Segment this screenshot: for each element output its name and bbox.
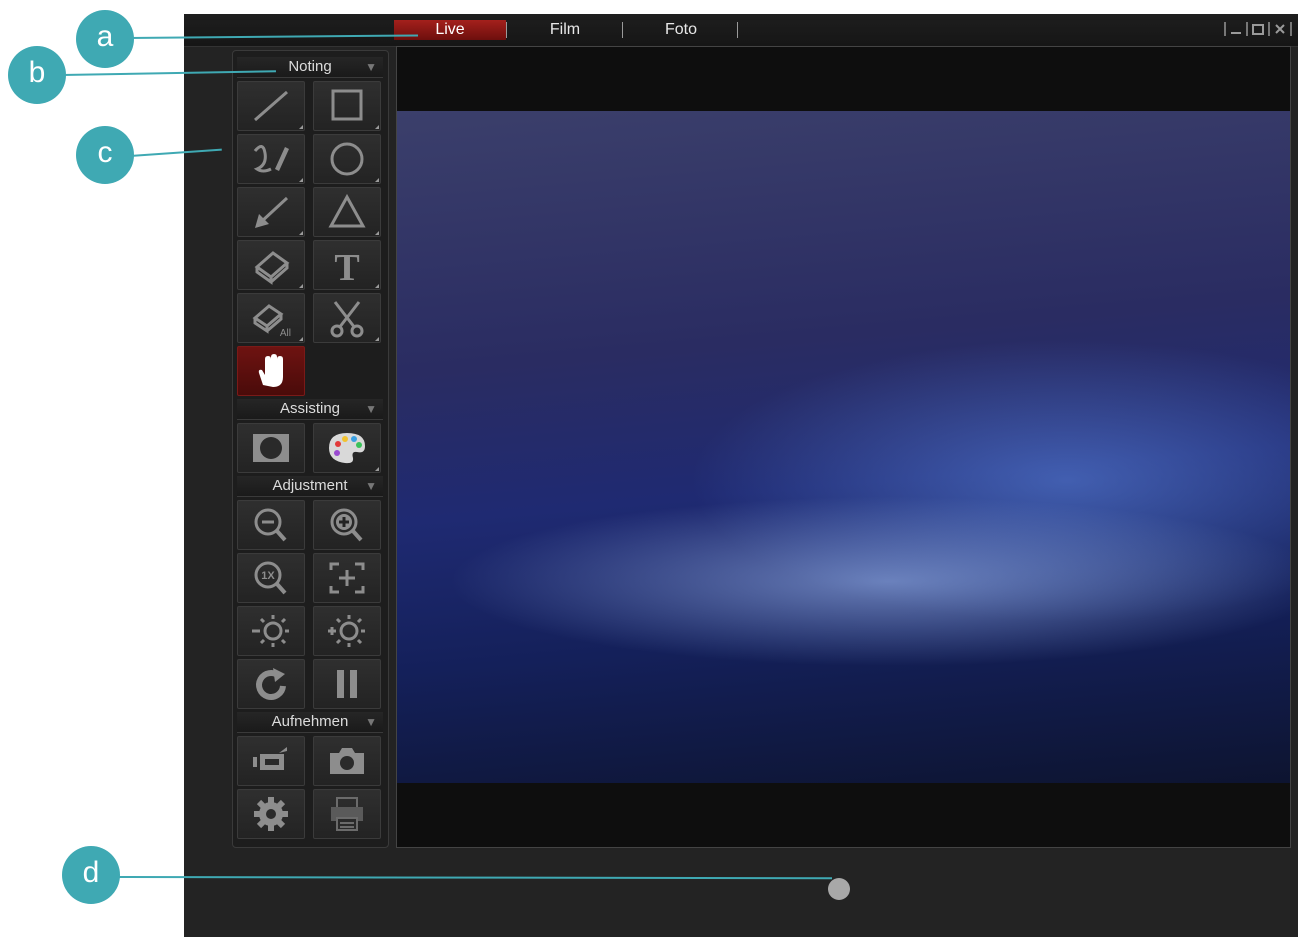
chevron-down-icon: ▼	[365, 479, 377, 493]
camera-button[interactable]	[313, 736, 381, 786]
letterbox-top	[397, 47, 1290, 111]
divider	[1268, 22, 1270, 36]
video-record-button[interactable]	[237, 736, 305, 786]
video-record-icon	[253, 747, 287, 770]
zoom-1x-label: 1X	[261, 570, 275, 582]
printer-button[interactable]	[313, 789, 381, 839]
tab-separator	[737, 22, 738, 38]
eraser-all-label: All	[280, 328, 291, 338]
chevron-down-icon: ▼	[365, 715, 377, 729]
live-view[interactable]	[396, 46, 1291, 848]
pause-icon	[337, 670, 357, 698]
section-title: Aufnehmen	[271, 713, 349, 730]
callout-b: b	[8, 46, 66, 104]
eraser-icon	[254, 251, 290, 285]
hand-icon	[258, 354, 283, 387]
fit-to-screen-button[interactable]	[313, 553, 381, 603]
brightness-down-icon	[252, 615, 289, 647]
section-title: Adjustment	[272, 477, 348, 494]
circle-tool-button[interactable]	[313, 134, 381, 184]
divider	[1246, 22, 1248, 36]
divider	[1224, 22, 1226, 36]
tab-film[interactable]: Film	[509, 20, 621, 40]
callout-a: a	[76, 10, 134, 68]
section-adjustment[interactable]: Adjustment ▼	[237, 476, 383, 497]
settings-icon	[254, 797, 288, 831]
tab-separator	[622, 22, 623, 38]
minimize-icon[interactable]	[1228, 21, 1244, 37]
rectangle-icon	[331, 89, 363, 121]
freehand-icon	[253, 145, 289, 173]
palette-tool-button[interactable]	[313, 423, 381, 473]
pause-button[interactable]	[313, 659, 381, 709]
eraser-tool-button[interactable]	[237, 240, 305, 290]
palette-icon	[329, 433, 365, 464]
tool-panel: Noting ▼ T All Assisting ▼ Adjustment ▼ …	[232, 50, 389, 848]
divider	[1290, 22, 1292, 36]
cut-icon	[330, 301, 364, 338]
callout-c: c	[76, 126, 134, 184]
line-icon	[254, 90, 288, 122]
tab-live[interactable]: Live	[394, 20, 506, 40]
arrow-icon	[255, 196, 289, 228]
text-tool-glyph: T	[334, 247, 359, 285]
zoom-out-icon	[254, 508, 287, 542]
app-window: Live Film Foto Noting ▼ T All Assisting …	[184, 14, 1298, 937]
brightness-up-button[interactable]	[313, 606, 381, 656]
eraser-all-icon: All	[252, 304, 291, 338]
freehand-tool-button[interactable]	[237, 134, 305, 184]
brightness-up-icon	[328, 615, 365, 647]
slider-handle[interactable]	[828, 878, 850, 900]
rectangle-tool-button[interactable]	[313, 81, 381, 131]
title-bar: Live Film Foto	[184, 14, 1298, 47]
section-title: Assisting	[279, 400, 341, 417]
camera-image	[397, 111, 1290, 783]
letterbox-bottom	[397, 783, 1290, 847]
zoom-in-button[interactable]	[313, 500, 381, 550]
brightness-down-button[interactable]	[237, 606, 305, 656]
circle-icon	[330, 142, 364, 176]
mask-icon	[253, 434, 289, 462]
fit-to-screen-icon	[329, 562, 365, 594]
section-noting[interactable]: Noting ▼	[237, 57, 383, 78]
settings-button[interactable]	[237, 789, 305, 839]
camera-icon	[330, 748, 364, 774]
zoom-1x-button[interactable]: 1X	[237, 553, 305, 603]
tab-separator	[506, 22, 507, 38]
close-icon[interactable]	[1272, 21, 1288, 37]
zoom-out-button[interactable]	[237, 500, 305, 550]
tab-foto[interactable]: Foto	[625, 20, 737, 40]
chevron-down-icon: ▼	[365, 402, 377, 416]
printer-icon	[331, 797, 363, 831]
eraser-all-tool-button[interactable]: All	[237, 293, 305, 343]
chevron-down-icon: ▼	[365, 60, 377, 74]
section-title: Noting	[288, 58, 332, 75]
rotate-icon	[256, 668, 286, 700]
window-controls	[1224, 21, 1292, 39]
rotate-button[interactable]	[237, 659, 305, 709]
callout-d: d	[62, 846, 120, 904]
maximize-icon[interactable]	[1250, 21, 1266, 37]
zoom-in-icon	[330, 508, 363, 542]
triangle-icon	[328, 193, 366, 228]
text-icon: T	[334, 247, 359, 285]
arrow-tool-button[interactable]	[237, 187, 305, 237]
cut-tool-button[interactable]	[313, 293, 381, 343]
text-tool-button[interactable]: T	[313, 240, 381, 290]
zoom-1x-icon: 1X	[254, 561, 287, 595]
triangle-tool-button[interactable]	[313, 187, 381, 237]
section-aufnehmen[interactable]: Aufnehmen ▼	[237, 712, 383, 733]
line-tool-button[interactable]	[237, 81, 305, 131]
hand-tool-button[interactable]	[237, 346, 305, 396]
section-assisting[interactable]: Assisting ▼	[237, 399, 383, 420]
mask-tool-button[interactable]	[237, 423, 305, 473]
